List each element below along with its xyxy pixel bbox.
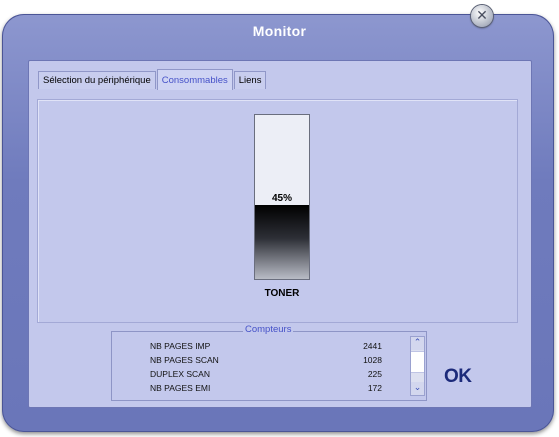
toner-label: TONER (264, 288, 300, 299)
window-title: Monitor (252, 23, 307, 39)
scroll-down-icon[interactable]: ⌄ (411, 382, 424, 395)
counter-value: 225 (367, 369, 382, 379)
counter-label: NB PAGES IMP (150, 341, 211, 351)
counter-row: NB PAGES EMI 172 (150, 383, 382, 396)
scrollbar-thumb[interactable] (411, 351, 424, 373)
counter-row: DUPLEX SCAN 225 (150, 369, 382, 382)
scroll-up-icon[interactable]: ⌃ (411, 337, 424, 350)
counter-label: NB PAGES SCAN (150, 355, 219, 365)
toner-level-fill (255, 205, 309, 279)
toner-percent: 45% (271, 193, 292, 204)
tab-device-selection[interactable]: Sélection du périphérique (38, 71, 156, 89)
counters-legend: Compteurs (243, 324, 294, 335)
counter-label: NB PAGES EMI (150, 383, 211, 393)
counters-scrollbar[interactable]: ⌃ ⌄ (410, 336, 425, 396)
tab-links[interactable]: Liens (233, 71, 267, 89)
counter-value: 1028 (363, 355, 382, 365)
counter-label: DUPLEX SCAN (150, 369, 210, 379)
tab-consumables[interactable]: Consommables (156, 69, 233, 90)
tab-bar: Sélection du périphérique Consommables L… (38, 69, 267, 90)
counter-row: NB PAGES IMP 2441 (150, 341, 382, 354)
counter-value: 172 (367, 383, 382, 393)
counter-value: 2441 (363, 341, 382, 351)
counter-row: NB PAGES SCAN 1028 (150, 355, 382, 368)
ok-button[interactable]: OK (444, 366, 472, 388)
